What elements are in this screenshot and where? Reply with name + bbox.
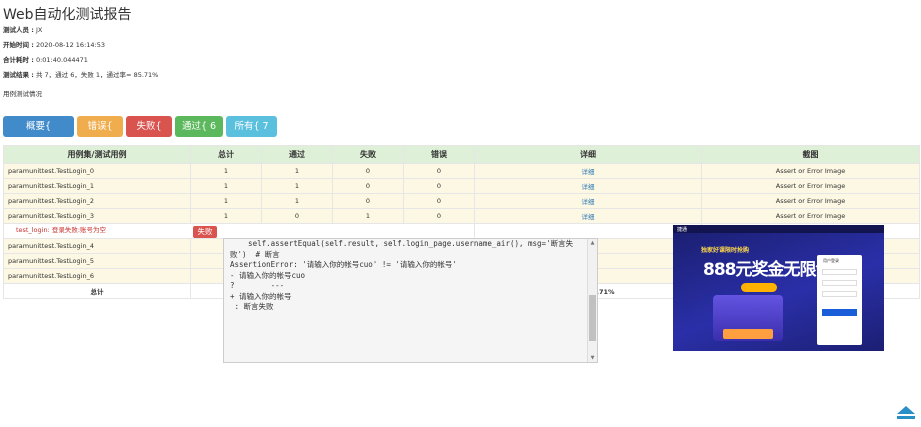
traceback-text: self.assertEqual(self.result, self.login…	[224, 239, 597, 313]
failed-case-title: test_login: 登录失败:账号为空	[16, 226, 107, 234]
failure-screenshot[interactable]: 捷通 独家好课限时抢购 888元奖金无限领 用户登录	[673, 225, 884, 351]
case-name: paramunittest.TestLogin_2	[3, 193, 191, 209]
case-error: 0	[403, 193, 475, 209]
screenshot-login-button	[822, 309, 857, 316]
start-time-line: 开始时间 : 2020-08-12 16:14:53	[3, 39, 105, 49]
scroll-up-arrow-icon[interactable]: ▲	[589, 239, 596, 247]
header-pass: 通过	[261, 145, 333, 164]
header-error: 错误	[403, 145, 475, 164]
table-row: paramunittest.TestLogin_0 1 1 0 0 详细 Ass…	[3, 163, 920, 179]
traceback-line: self.assertEqual(self.result, self.login…	[230, 239, 574, 248]
fail-badge-button[interactable]: 失败	[193, 226, 217, 238]
failure-detail-trace-cell	[474, 223, 702, 239]
duration-line: 合计耗时 : 0:01:40.044471	[3, 54, 88, 64]
case-error: 0	[403, 163, 475, 179]
detail-link[interactable]: 详细	[474, 193, 702, 209]
summary-button[interactable]: 概要{ 85.71% }	[3, 116, 74, 153]
case-overview-note: 用例测试情况	[3, 90, 42, 98]
traceback-line: ? ---	[230, 281, 285, 290]
case-total: 1	[190, 178, 262, 194]
screenshot-logo: 捷通	[677, 227, 688, 233]
screenshot-login-field	[822, 280, 857, 286]
error-filter-button[interactable]: 错误{ 0 }	[77, 116, 123, 153]
table-row: paramunittest.TestLogin_2 1 1 0 0 详细 Ass…	[3, 193, 920, 209]
case-name: paramunittest.TestLogin_1	[3, 178, 191, 194]
traceback-line: AssertionError: '请输入你的帐号cuo' != '请输入你的帐号…	[230, 260, 457, 269]
case-pass: 1	[261, 193, 333, 209]
tester-value: JX	[35, 26, 43, 34]
screenshot-cell: Assert or Error Image	[701, 178, 920, 194]
case-fail: 0	[332, 163, 404, 179]
header-fail: 失败	[332, 145, 404, 164]
screenshot-illustration-base	[723, 329, 773, 339]
case-fail: 0	[332, 193, 404, 209]
traceback-scrollbar[interactable]: ▲ ▼	[587, 239, 597, 362]
case-total: 1	[190, 208, 262, 224]
case-total: 1	[190, 163, 262, 179]
screenshot-login-title: 用户登录	[823, 258, 839, 263]
screenshot-cta-pill	[741, 283, 777, 292]
screenshot-login-field	[822, 269, 857, 275]
screenshot-cell: Assert or Error Image	[701, 208, 920, 224]
tester-line: 测试人员 : JX	[3, 24, 42, 34]
case-name: paramunittest.TestLogin_6	[3, 268, 191, 284]
traceback-line: + 请输入你的帐号	[230, 291, 292, 301]
table-row: paramunittest.TestLogin_1 1 1 0 0 详细 Ass…	[3, 178, 920, 194]
case-total: 1	[190, 193, 262, 209]
scroll-down-arrow-icon[interactable]: ▼	[589, 354, 596, 362]
case-name: paramunittest.TestLogin_4	[3, 238, 191, 254]
detail-link[interactable]: 详细	[474, 163, 702, 179]
all-filter-button[interactable]: 所有{ 7 }	[226, 116, 277, 153]
start-time-label: 开始时间 :	[3, 41, 34, 49]
header-total: 总计	[190, 145, 262, 164]
case-error: 0	[403, 208, 475, 224]
traceback-box[interactable]: self.assertEqual(self.result, self.login…	[223, 238, 598, 363]
detail-link[interactable]: 详细	[474, 208, 702, 224]
header-screenshot: 截图	[701, 145, 920, 164]
result-label: 测试结果 :	[3, 71, 34, 79]
traceback-line: 败') # 断言	[230, 249, 280, 259]
duration-value: 0:01:40.044471	[35, 56, 88, 64]
report-title: Web自动化测试报告	[3, 7, 132, 23]
start-time-value: 2020-08-12 16:14:53	[35, 41, 105, 49]
table-row: paramunittest.TestLogin_3 1 0 1 0 详细 Ass…	[3, 208, 920, 224]
screenshot-slogan: 独家好课限时抢购	[701, 247, 750, 254]
case-fail: 1	[332, 208, 404, 224]
screenshot-login-panel: 用户登录	[817, 255, 862, 345]
header-detail: 详细	[474, 145, 702, 164]
scrollbar-thumb[interactable]	[589, 295, 596, 341]
fail-filter-button[interactable]: 失败{ 1 }	[126, 116, 172, 153]
case-fail: 0	[332, 178, 404, 194]
duration-label: 合计耗时 :	[3, 56, 34, 64]
screenshot-topbar	[673, 225, 884, 233]
traceback-line: : 断言失败	[230, 302, 274, 311]
screenshot-cell: Assert or Error Image	[701, 193, 920, 209]
total-label: 总计	[3, 283, 191, 299]
traceback-line: - 请输入你的帐号cuo	[230, 270, 306, 280]
case-pass: 1	[261, 163, 333, 179]
case-error: 0	[403, 178, 475, 194]
screenshot-headline: 888元奖金无限领	[703, 260, 832, 280]
case-name: paramunittest.TestLogin_0	[3, 163, 191, 179]
screenshot-cell: Assert or Error Image	[701, 163, 920, 179]
table-header-row: 用例集/测试用例 总计 通过 失败 错误 详细 截图	[3, 145, 920, 164]
detail-link[interactable]: 详细	[474, 178, 702, 194]
case-name: paramunittest.TestLogin_3	[3, 208, 191, 224]
result-value: 共 7，通过 6，失败 1，通过率= 85.71%	[35, 71, 159, 79]
result-line: 测试结果 : 共 7，通过 6，失败 1，通过率= 85.71%	[3, 69, 158, 79]
tester-label: 测试人员 :	[3, 26, 34, 34]
case-name: paramunittest.TestLogin_5	[3, 253, 191, 269]
case-pass: 1	[261, 178, 333, 194]
case-pass: 0	[261, 208, 333, 224]
pass-filter-button[interactable]: 通过{ 6 }	[175, 116, 223, 153]
back-to-top-icon[interactable]	[896, 405, 916, 421]
screenshot-login-field	[822, 291, 857, 297]
filter-button-bar: 概要{ 85.71% } 错误{ 0 } 失败{ 1 } 通过{ 6 } 所有{…	[3, 116, 277, 153]
header-case: 用例集/测试用例	[3, 145, 191, 164]
